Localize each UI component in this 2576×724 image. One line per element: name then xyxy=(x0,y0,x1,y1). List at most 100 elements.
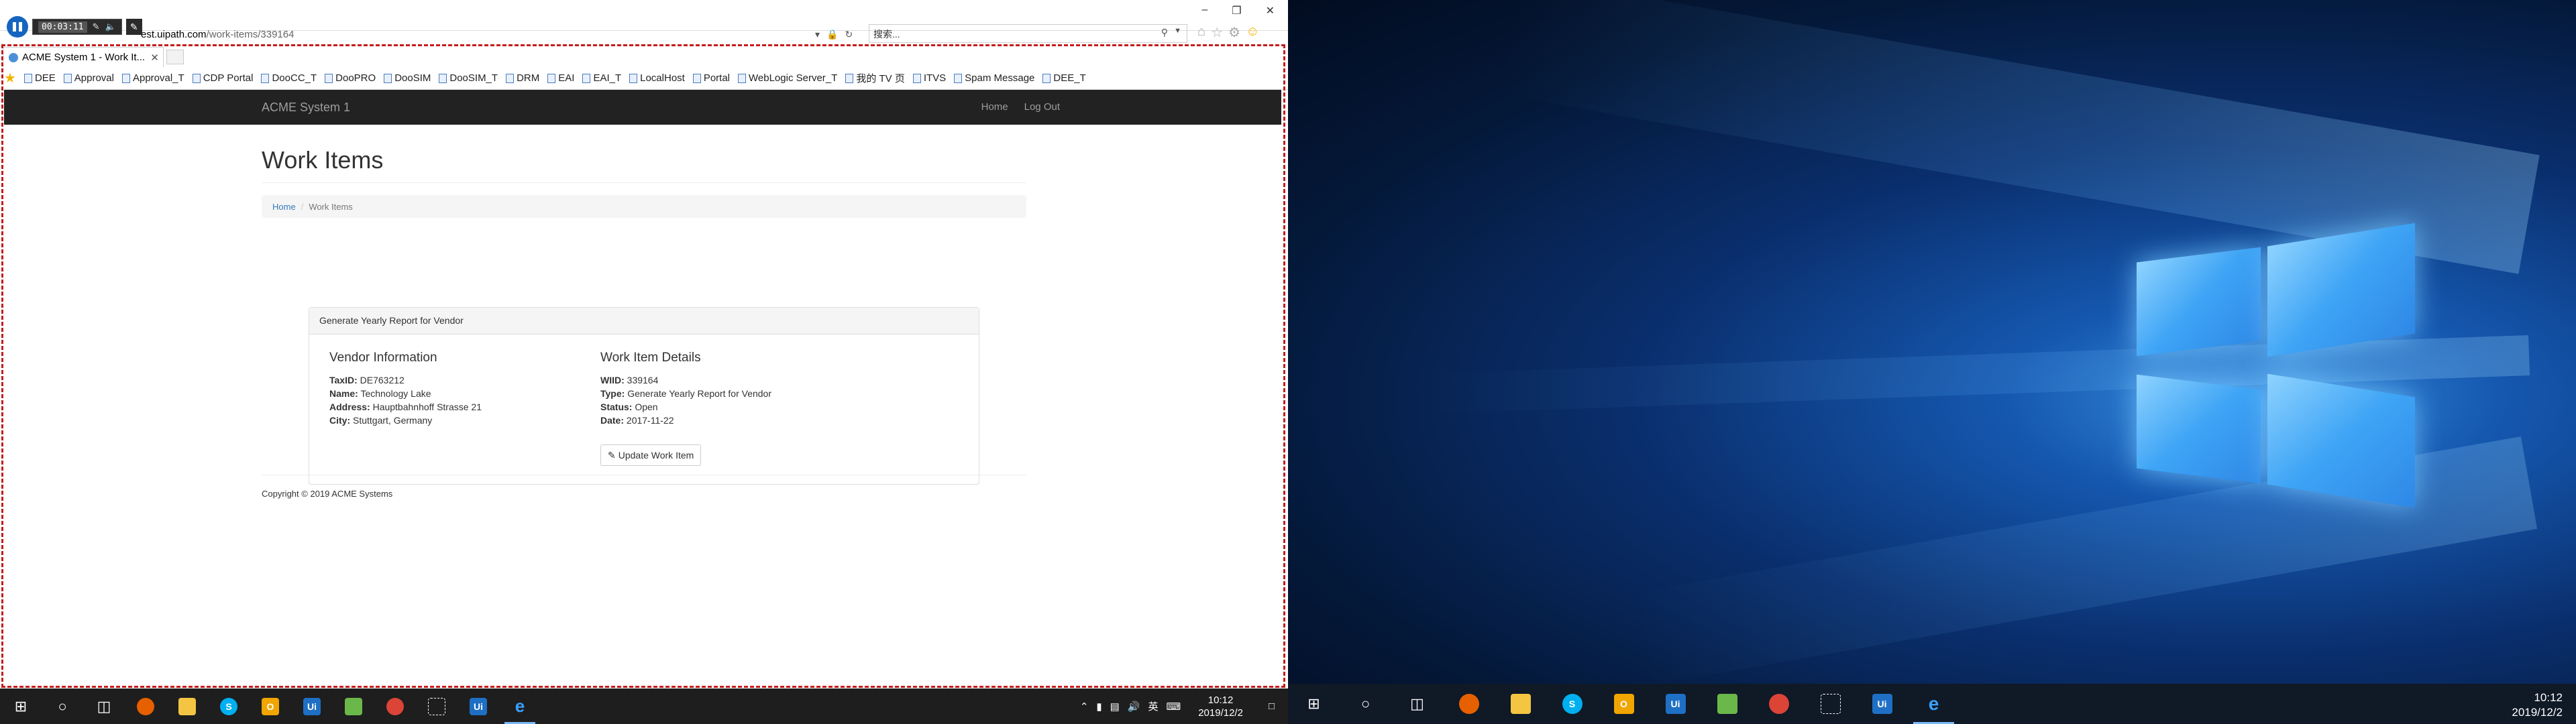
clock[interactable]: 10:12 2019/12/2 xyxy=(2512,690,2563,720)
favorites-add-icon[interactable]: ★ xyxy=(4,70,16,86)
favorite-link[interactable]: DooCC_T xyxy=(261,72,317,84)
brand-link[interactable]: ACME System 1 xyxy=(262,101,350,115)
taskbar-ie[interactable]: e xyxy=(499,688,541,724)
favorite-link[interactable]: DRM xyxy=(506,72,539,84)
taskbar-explorer[interactable] xyxy=(166,688,208,724)
search-input[interactable]: 搜索... ⚲ ▼ xyxy=(869,24,1187,43)
tab-acme[interactable]: ACME System 1 - Work It... ✕ xyxy=(3,47,164,67)
favorite-link[interactable]: Portal xyxy=(692,72,730,84)
taskbar-chrome[interactable] xyxy=(374,688,416,724)
minimize-button[interactable]: – xyxy=(1201,4,1208,17)
update-work-item-button[interactable]: ✎ Update Work Item xyxy=(600,444,702,466)
restore-button[interactable]: ❐ xyxy=(1232,4,1241,17)
favorite-link[interactable]: Approval xyxy=(63,72,114,84)
keyboard-icon[interactable]: ⌨ xyxy=(1167,701,1181,713)
taskbar-snipping[interactable] xyxy=(1805,684,1856,724)
page-title: Work Items xyxy=(262,146,1026,183)
task-view-icon: ◫ xyxy=(97,697,111,715)
uipath-icon: Ui xyxy=(303,697,321,715)
taskbar-uipath[interactable]: Ui xyxy=(291,688,333,724)
taskbar-ie[interactable]: e xyxy=(1908,684,1960,724)
vendor-address: Hauptbahnhoff Strasse 21 xyxy=(372,402,482,412)
firefox-icon xyxy=(137,697,154,715)
dropdown-icon[interactable]: ▾ xyxy=(815,29,820,40)
page-icon xyxy=(506,73,515,83)
start-button[interactable]: ⊞ xyxy=(1288,684,1340,724)
chevron-up-icon[interactable]: ⌃ xyxy=(1080,701,1089,713)
taskbar-chrome[interactable] xyxy=(1753,684,1805,724)
folder-icon xyxy=(1510,694,1531,714)
draw-icon[interactable]: ✎ xyxy=(125,19,142,35)
favorite-link[interactable]: DooPRO xyxy=(325,72,376,84)
recorder-pause-button[interactable] xyxy=(7,16,28,38)
favorite-link[interactable]: 我的 TV 页 xyxy=(845,71,905,85)
favorite-link[interactable]: DEE xyxy=(23,72,56,84)
favorite-link[interactable]: DEE_T xyxy=(1042,72,1086,84)
taskbar-firefox[interactable] xyxy=(1443,684,1495,724)
address-bar[interactable]: est.uipath.com /work-items/339164 xyxy=(141,25,825,43)
network-icon[interactable]: ▤ xyxy=(1110,701,1120,713)
smiley-icon[interactable]: ☺ xyxy=(1246,24,1259,41)
lock-icon[interactable]: 🔒 xyxy=(826,29,838,40)
home-icon[interactable]: ⌂ xyxy=(1197,24,1205,41)
favorite-link[interactable]: EAI xyxy=(547,72,574,84)
speaker-mute-icon[interactable]: 🔈 xyxy=(105,21,116,32)
favorite-link[interactable]: EAI_T xyxy=(582,72,621,84)
notification-icon[interactable]: □ xyxy=(1269,701,1275,712)
firefox-icon xyxy=(1458,694,1479,714)
favorite-link[interactable]: DooSIM_T xyxy=(439,72,498,84)
favorites-star-icon[interactable]: ☆ xyxy=(1211,24,1223,41)
pencil-icon[interactable]: ✎ xyxy=(93,21,100,32)
address-tools: ▾ 🔒 ↻ xyxy=(815,25,862,43)
taskbar-snipping[interactable] xyxy=(416,688,458,724)
taskbar-skype[interactable]: S xyxy=(208,688,250,724)
taskbar-uipath[interactable]: Ui xyxy=(1650,684,1701,724)
nav-logout-link[interactable]: Log Out xyxy=(1024,101,1060,113)
start-button[interactable]: ⊞ xyxy=(0,688,42,724)
taskbar-notepad[interactable] xyxy=(333,688,374,724)
nav-home-link[interactable]: Home xyxy=(981,101,1008,113)
ie-favicon-icon xyxy=(9,52,18,62)
taskbar-uipath-studio[interactable]: Ui xyxy=(1856,684,1908,724)
panel-heading: Generate Yearly Report for Vendor xyxy=(309,308,979,335)
battery-icon[interactable]: ▮ xyxy=(1096,701,1102,713)
search-dropdown-icon[interactable]: ▼ xyxy=(1174,27,1181,35)
close-tab-icon[interactable]: ✕ xyxy=(150,52,159,64)
gear-icon[interactable]: ⚙ xyxy=(1228,24,1240,41)
search-icon[interactable]: ⚲ xyxy=(1161,27,1168,38)
top-navbar: ACME System 1 Home Log Out xyxy=(4,90,1281,125)
breadcrumb-home-link[interactable]: Home xyxy=(272,202,296,212)
favorite-link[interactable]: CDP Portal xyxy=(192,72,253,84)
task-view-button[interactable]: ◫ xyxy=(1391,684,1443,724)
skype-icon: S xyxy=(1562,694,1582,714)
new-tab-button[interactable] xyxy=(166,50,184,64)
windows-start-icon: ⊞ xyxy=(14,697,28,715)
skype-icon: S xyxy=(220,697,237,715)
favorite-link[interactable]: DooSIM xyxy=(384,72,431,84)
favorite-link[interactable]: Spam Message xyxy=(954,72,1034,84)
taskbar-outlook[interactable]: O xyxy=(1598,684,1650,724)
close-window-button[interactable]: ✕ xyxy=(1266,4,1275,17)
status-row: Status: Open xyxy=(600,402,658,412)
volume-icon[interactable]: 🔊 xyxy=(1128,701,1140,713)
taskbar-skype[interactable]: S xyxy=(1546,684,1598,724)
logo-pane xyxy=(2267,223,2415,357)
refresh-icon[interactable]: ↻ xyxy=(845,29,853,40)
ime-indicator[interactable]: 英 xyxy=(1148,699,1159,713)
task-view-button[interactable]: ◫ xyxy=(83,688,125,724)
recorder-timer: 00:03:11 xyxy=(38,21,87,33)
cortana-button[interactable]: ○ xyxy=(42,688,83,724)
taskbar-notepad[interactable] xyxy=(1701,684,1753,724)
taskbar-firefox[interactable] xyxy=(125,688,166,724)
taskbar-uipath-studio[interactable]: Ui xyxy=(458,688,499,724)
taskbar-explorer[interactable] xyxy=(1495,684,1546,724)
taskbar-outlook[interactable]: O xyxy=(250,688,291,724)
windows-logo-icon xyxy=(2137,223,2512,530)
clock[interactable]: 10:12 2019/12/2 xyxy=(1198,694,1243,719)
page-icon xyxy=(261,73,270,83)
favorite-link[interactable]: LocalHost xyxy=(629,72,685,84)
favorite-link[interactable]: WebLogic Server_T xyxy=(738,72,837,84)
favorite-link[interactable]: Approval_T xyxy=(121,72,184,84)
cortana-button[interactable]: ○ xyxy=(1340,684,1391,724)
favorite-link[interactable]: ITVS xyxy=(912,72,946,84)
